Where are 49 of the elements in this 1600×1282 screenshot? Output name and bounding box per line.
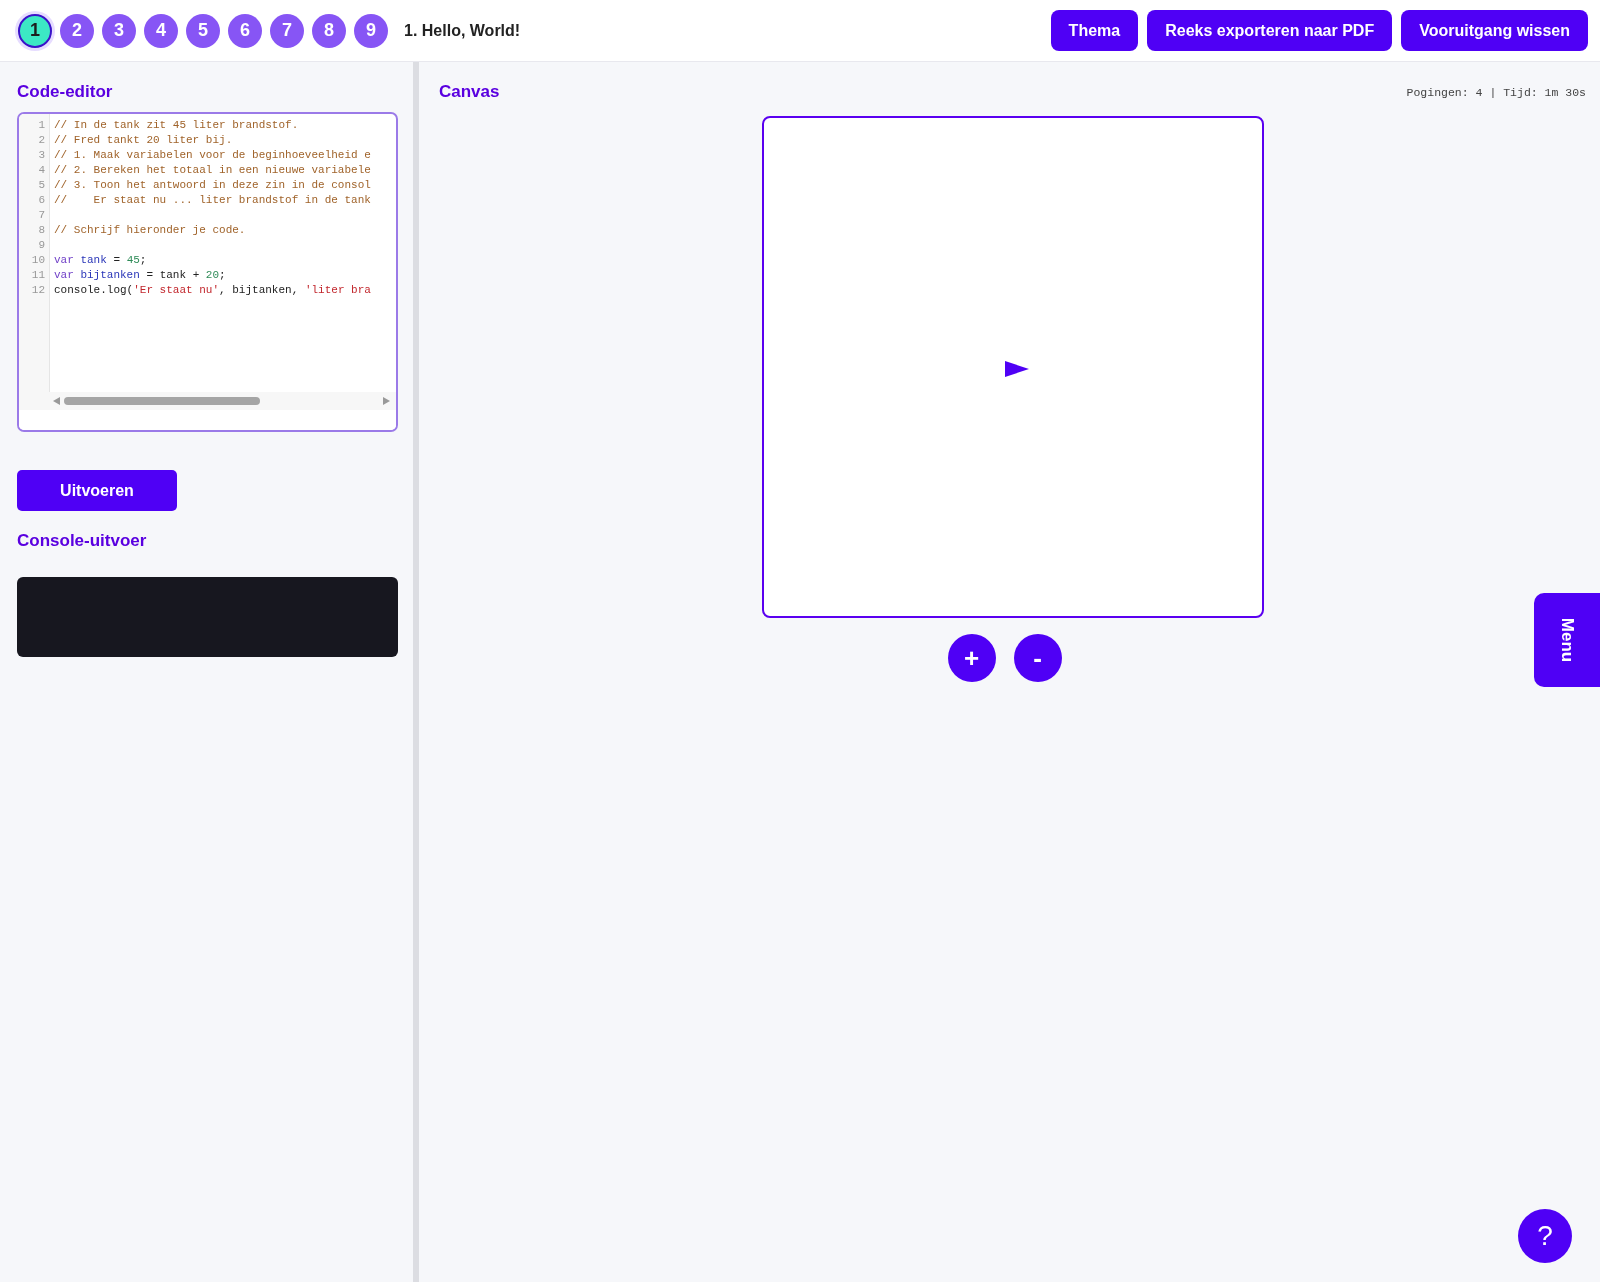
code-line: // Er staat nu ... liter brandstof in de tank [54, 193, 371, 208]
scroll-left-icon[interactable] [53, 397, 60, 405]
help-button[interactable]: ? [1518, 1209, 1572, 1263]
lesson-step-button[interactable]: 6 [228, 13, 262, 48]
line-number: 8 [37, 223, 46, 238]
code-line: var bijtanken = tank + 20; [54, 268, 226, 283]
line-number: 2 [37, 133, 46, 148]
line-number: 11 [30, 268, 46, 283]
line-number: 3 [37, 148, 46, 163]
code-editor[interactable] [17, 112, 398, 432]
lesson-step-button[interactable]: 9 [354, 13, 388, 48]
run-button[interactable]: Uitvoeren [17, 470, 177, 511]
lesson-step-button[interactable]: 3 [102, 13, 136, 48]
section-heading: Code-editor [17, 82, 114, 102]
attempts-time-stats: Pogingen: 4 | Tijd: 1m 30s [1406, 85, 1586, 99]
header-button[interactable]: Reeks exporteren naar PDF [1147, 10, 1393, 51]
menu-tab[interactable]: Menu [1534, 593, 1600, 687]
lesson-step-button[interactable]: 4 [144, 13, 178, 48]
code-line: // Schrijf hieronder je code. [54, 223, 246, 238]
lesson-step-button[interactable]: 7 [270, 13, 304, 48]
turtle-arrow-icon [1003, 360, 1030, 378]
section-heading: Canvas [439, 82, 500, 102]
line-number: 1 [37, 118, 46, 133]
code-line: console.log('Er staat nu', bijtanken, 'liter bra [54, 283, 371, 298]
code-line: // Fred tankt 20 liter bij. [54, 133, 233, 148]
zoom-button[interactable]: - [1013, 634, 1062, 682]
lesson-step-button[interactable]: 2 [60, 13, 94, 48]
section-heading: Console-uitvoer [17, 531, 148, 551]
lesson-title: 1. Hello, World! [404, 21, 521, 40]
code-line: // 1. Maak variabelen voor de beginhoeveelheid e [54, 148, 371, 163]
code-line: // In de tank zit 45 liter brandstof. [54, 118, 299, 133]
code-line: // 3. Toon het antwoord in deze zin in de consol [54, 178, 371, 193]
code-line: // 2. Bereken het totaal in een nieuwe variabele [54, 163, 371, 178]
line-number: 7 [37, 208, 46, 223]
header-button[interactable]: Vooruitgang wissen [1401, 10, 1588, 51]
lesson-step-button[interactable]: 5 [186, 13, 220, 48]
scroll-right-icon[interactable] [383, 397, 390, 405]
line-number: 10 [30, 253, 46, 268]
line-number: 5 [37, 178, 46, 193]
line-number: 4 [37, 163, 46, 178]
lesson-step-button[interactable]: 1 [18, 13, 52, 48]
line-number: 12 [30, 283, 46, 298]
code-line: var tank = 45; [54, 253, 147, 268]
header-button[interactable]: Thema [1050, 10, 1139, 51]
zoom-button[interactable]: + [947, 634, 996, 682]
line-number: 6 [37, 193, 46, 208]
lesson-step-button[interactable]: 8 [312, 13, 346, 48]
scrollbar-thumb[interactable] [64, 397, 260, 405]
line-number: 9 [37, 238, 46, 253]
